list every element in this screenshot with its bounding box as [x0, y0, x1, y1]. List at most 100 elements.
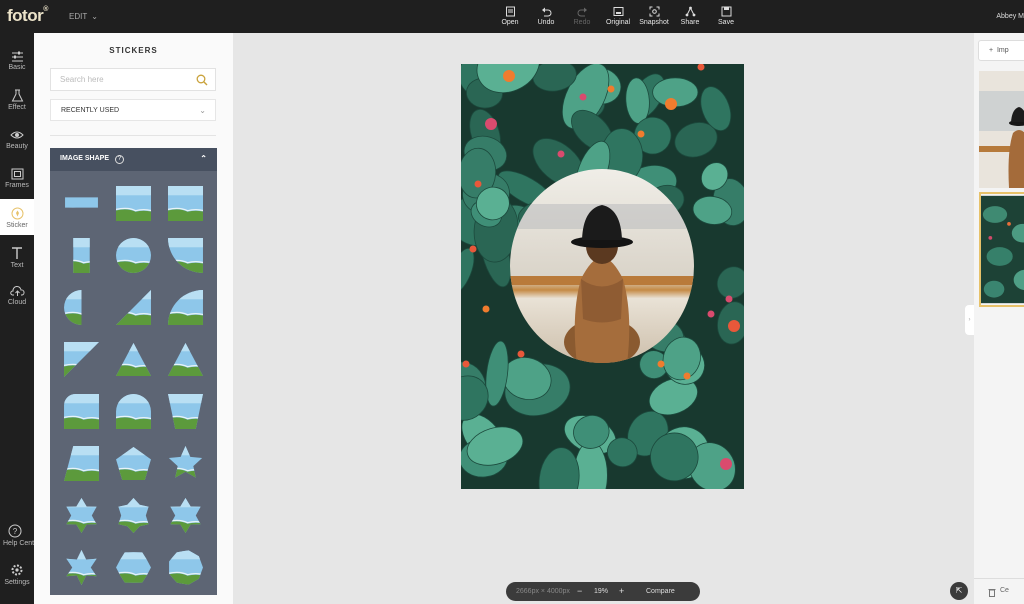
shape-sticker-11[interactable] [115, 341, 152, 378]
undo-label: Undo [537, 19, 555, 26]
nav-cloud[interactable]: Cloud [0, 285, 34, 306]
eye-icon [10, 131, 24, 139]
original-button[interactable]: Original [600, 6, 636, 26]
nav-sticker-label: Sticker [6, 222, 28, 229]
chevron-up-icon: ⌃ [200, 154, 207, 163]
help-icon[interactable]: ? [114, 155, 124, 164]
shape-sticker-19[interactable] [63, 497, 100, 534]
search-input[interactable] [51, 69, 181, 90]
shape-sticker-3[interactable] [167, 185, 204, 222]
original-icon [613, 7, 623, 16]
shape-sticker-13[interactable] [63, 393, 100, 430]
shape-sticker-8[interactable] [115, 289, 152, 326]
shape-sticker-4[interactable] [63, 237, 100, 274]
shape-sticker-7[interactable] [63, 289, 100, 326]
nav-settings-label: Settings [4, 579, 30, 586]
cloud-upload-icon [9, 286, 25, 296]
shape-sticker-16[interactable] [63, 445, 100, 482]
image-shape-section: IMAGE SHAPE ? ⌃ [50, 148, 217, 595]
nav-settings[interactable]: Settings [0, 563, 34, 586]
open-button[interactable]: Open [492, 6, 528, 26]
edited-photo[interactable] [461, 64, 744, 489]
shape-sticker-18[interactable] [167, 445, 204, 482]
nav-text[interactable]: Text [0, 247, 34, 269]
nav-help-center[interactable]: ? Help Center [0, 524, 40, 547]
help-circle-icon: ? [8, 524, 22, 538]
thumbnail-2[interactable] [979, 192, 1024, 307]
shape-sticker-6[interactable] [167, 237, 204, 274]
open-label: Open [501, 19, 519, 26]
shape-sticker-24[interactable] [167, 549, 204, 586]
search-box [50, 68, 216, 91]
nav-frames-label: Frames [5, 182, 29, 189]
zoom-out-button[interactable]: − [577, 586, 582, 596]
clear-button[interactable]: Ce [974, 578, 1024, 604]
sliders-icon [11, 51, 23, 62]
shape-sticker-1[interactable] [63, 185, 100, 222]
clear-label: Ce [1000, 587, 1009, 594]
nav-sticker[interactable]: Sticker [0, 199, 34, 235]
shape-sticker-23[interactable] [115, 549, 152, 586]
chevron-right-icon: › [968, 317, 971, 323]
image-dimensions: 2666px × 4000px [516, 588, 570, 595]
shape-sticker-17[interactable] [115, 445, 152, 482]
right-panel: + Imp Ce [974, 33, 1024, 604]
share-icon [685, 6, 695, 17]
image-shape-header[interactable]: IMAGE SHAPE ? ⌃ [50, 148, 217, 171]
text-icon [12, 247, 22, 259]
category-dropdown[interactable]: RECENTLY USED ⌄ [50, 99, 216, 121]
nav-beauty-label: Beauty [6, 143, 28, 150]
shape-sticker-22[interactable] [63, 549, 100, 586]
plus-icon: + [989, 47, 994, 54]
nav-effect[interactable]: Effect [0, 89, 34, 111]
edit-label: EDIT [69, 12, 88, 21]
canvas-area: 2666px × 4000px − 19% + Compare ⇱ [233, 33, 974, 604]
nav-basic[interactable]: Basic [0, 50, 34, 71]
chevron-down-icon: ⌄ [199, 106, 206, 115]
undo-icon [541, 7, 551, 17]
zoom-level: 19% [594, 588, 609, 595]
snapshot-button[interactable]: Snapshot [636, 6, 672, 26]
redo-icon [577, 7, 587, 17]
import-button[interactable]: + Imp [978, 40, 1024, 61]
shape-sticker-15[interactable] [167, 393, 204, 430]
edit-menu[interactable]: EDIT ⌄ [69, 12, 98, 21]
top-bar: fotor® EDIT ⌄ Open Undo Redo Original Sna… [0, 0, 1024, 33]
open-icon [505, 6, 515, 17]
collapse-corner-button[interactable]: ⇱ [950, 582, 968, 600]
shape-sticker-9[interactable] [167, 289, 204, 326]
chevron-down-icon: ⌄ [91, 12, 98, 21]
shape-sticker-21[interactable] [167, 497, 204, 534]
shape-sticker-2[interactable] [115, 185, 152, 222]
redo-label: Redo [573, 19, 591, 26]
left-nav: Basic Effect Beauty Frames Sticker Text … [0, 33, 40, 604]
toolbar: Open Undo Redo Original Snapshot Share S… [492, 6, 744, 26]
snapshot-icon [649, 6, 659, 17]
svg-text:?: ? [13, 527, 18, 536]
section-title: IMAGE SHAPE [60, 155, 110, 162]
nav-beauty[interactable]: Beauty [0, 129, 34, 150]
undo-button[interactable]: Undo [528, 6, 564, 26]
trash-icon [988, 589, 996, 597]
shape-sticker-20[interactable] [115, 497, 152, 534]
save-button[interactable]: Save [708, 6, 744, 26]
share-label: Share [680, 19, 700, 26]
shape-sticker-5[interactable] [115, 237, 152, 274]
user-name[interactable]: Abbey M [996, 13, 1024, 20]
search-icon[interactable] [196, 74, 208, 86]
thumbnail-1[interactable] [979, 71, 1024, 188]
shape-sticker-10[interactable] [63, 341, 100, 378]
arrow-diagonal-icon: ⇱ [955, 586, 963, 595]
shape-sticker-12[interactable] [167, 341, 204, 378]
redo-button[interactable]: Redo [564, 6, 600, 26]
zoom-bar: 2666px × 4000px − 19% + Compare [506, 582, 700, 601]
compare-button[interactable]: Compare [646, 588, 675, 595]
zoom-in-button[interactable]: + [619, 586, 624, 596]
nav-cloud-label: Cloud [7, 299, 27, 306]
gear-icon [11, 564, 23, 576]
right-panel-toggle[interactable]: › [965, 305, 974, 335]
share-button[interactable]: Share [672, 6, 708, 26]
shape-sticker-14[interactable] [115, 393, 152, 430]
nav-frames[interactable]: Frames [0, 168, 34, 189]
fotor-logo[interactable]: fotor® [7, 6, 48, 26]
